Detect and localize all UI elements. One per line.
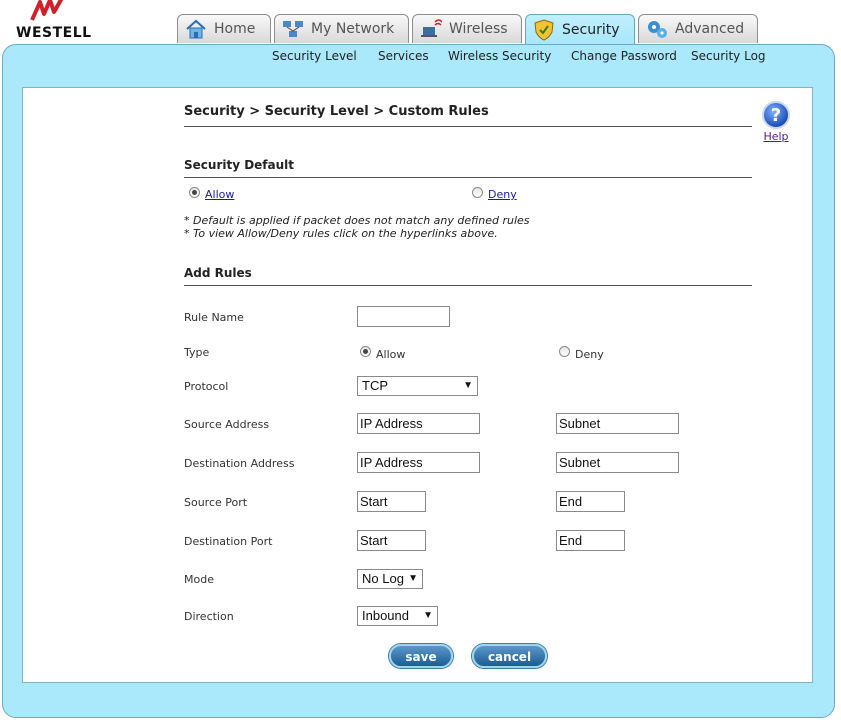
type-allow-radio[interactable] [360,346,371,357]
divider [184,126,752,127]
rule-name-input[interactable] [357,306,450,327]
add-rules-heading: Add Rules [184,266,252,280]
source-port-label: Source Port [184,496,248,509]
mode-label: Mode [184,573,214,586]
tab-security-label: Security [562,22,620,38]
cancel-button[interactable]: cancel [472,644,547,668]
source-ip-input[interactable]: IP Address [357,413,480,434]
default-note-1: * Default is applied if packet does not … [184,214,530,227]
source-port-end-input[interactable]: End [556,491,625,512]
type-allow-label: Allow [376,348,406,361]
direction-label: Direction [184,610,234,623]
default-deny-link[interactable]: Deny [488,188,517,201]
divider [184,285,752,286]
rule-name-label: Rule Name [184,311,244,324]
source-port-start-input[interactable]: Start [357,491,426,512]
direction-select[interactable]: Inbound ▼ [357,606,438,626]
security-subnav: Security Level Services Wireless Securit… [0,47,841,67]
main-tabs: Home My Network Wireless Security Advanc… [177,14,758,45]
protocol-label: Protocol [184,380,229,393]
divider [184,177,752,178]
default-note-2: * To view Allow/Deny rules click on the … [184,227,498,240]
page-title: Security > Security Level > Custom Rules [184,104,489,119]
protocol-value: TCP [362,378,388,393]
tab-security[interactable]: Security [525,14,635,45]
advanced-gears-icon [645,17,669,41]
tab-wireless-label: Wireless [449,21,508,37]
direction-value: Inbound [362,608,409,623]
subnav-services[interactable]: Services [378,49,429,63]
type-deny-radio[interactable] [559,346,570,357]
westell-swoosh-icon [30,0,64,21]
tab-home-label: Home [214,21,256,37]
help-link[interactable]: Help [760,130,792,143]
house-icon [184,17,208,41]
subnav-change-password[interactable]: Change Password [571,49,677,63]
destination-subnet-input[interactable]: Subnet [556,452,679,473]
destination-port-end-input[interactable]: End [556,530,625,551]
save-button[interactable]: save [389,644,453,668]
tab-advanced-label: Advanced [675,21,745,37]
default-allow-link[interactable]: Allow [205,188,234,201]
subnav-security-level[interactable]: Security Level [272,49,357,63]
brand-name: WESTELL [16,25,92,41]
tab-wireless[interactable]: Wireless [412,14,522,43]
subnav-security-log[interactable]: Security Log [691,49,766,63]
tab-my-network[interactable]: My Network [274,14,409,43]
mode-select[interactable]: No Log ▼ [357,569,423,589]
default-deny-radio[interactable] [472,187,483,198]
tab-my-network-label: My Network [311,21,395,37]
source-address-label: Source Address [184,418,270,431]
shield-icon [532,18,556,42]
help-button[interactable]: ? Help [760,101,792,143]
tab-advanced[interactable]: Advanced [638,14,758,43]
default-allow-radio[interactable] [189,187,200,198]
security-default-heading: Security Default [184,158,295,172]
destination-port-label: Destination Port [184,535,273,548]
dropdown-arrow-icon: ▼ [408,573,418,584]
destination-port-start-input[interactable]: Start [357,530,426,551]
type-deny-label: Deny [575,348,604,361]
subnav-wireless-security[interactable]: Wireless Security [448,49,551,63]
dropdown-arrow-icon: ▼ [423,610,433,621]
destination-address-label: Destination Address [184,457,295,470]
wireless-laptop-icon [419,17,443,41]
protocol-select[interactable]: TCP ▼ [357,376,478,396]
network-icon [281,17,305,41]
type-label: Type [184,346,210,359]
westell-logo: WESTELL [6,0,116,44]
mode-value: No Log [362,571,404,586]
dropdown-arrow-icon: ▼ [463,380,473,391]
help-icon: ? [762,101,790,129]
tab-home[interactable]: Home [177,14,271,43]
destination-ip-input[interactable]: IP Address [357,452,480,473]
source-subnet-input[interactable]: Subnet [556,413,679,434]
